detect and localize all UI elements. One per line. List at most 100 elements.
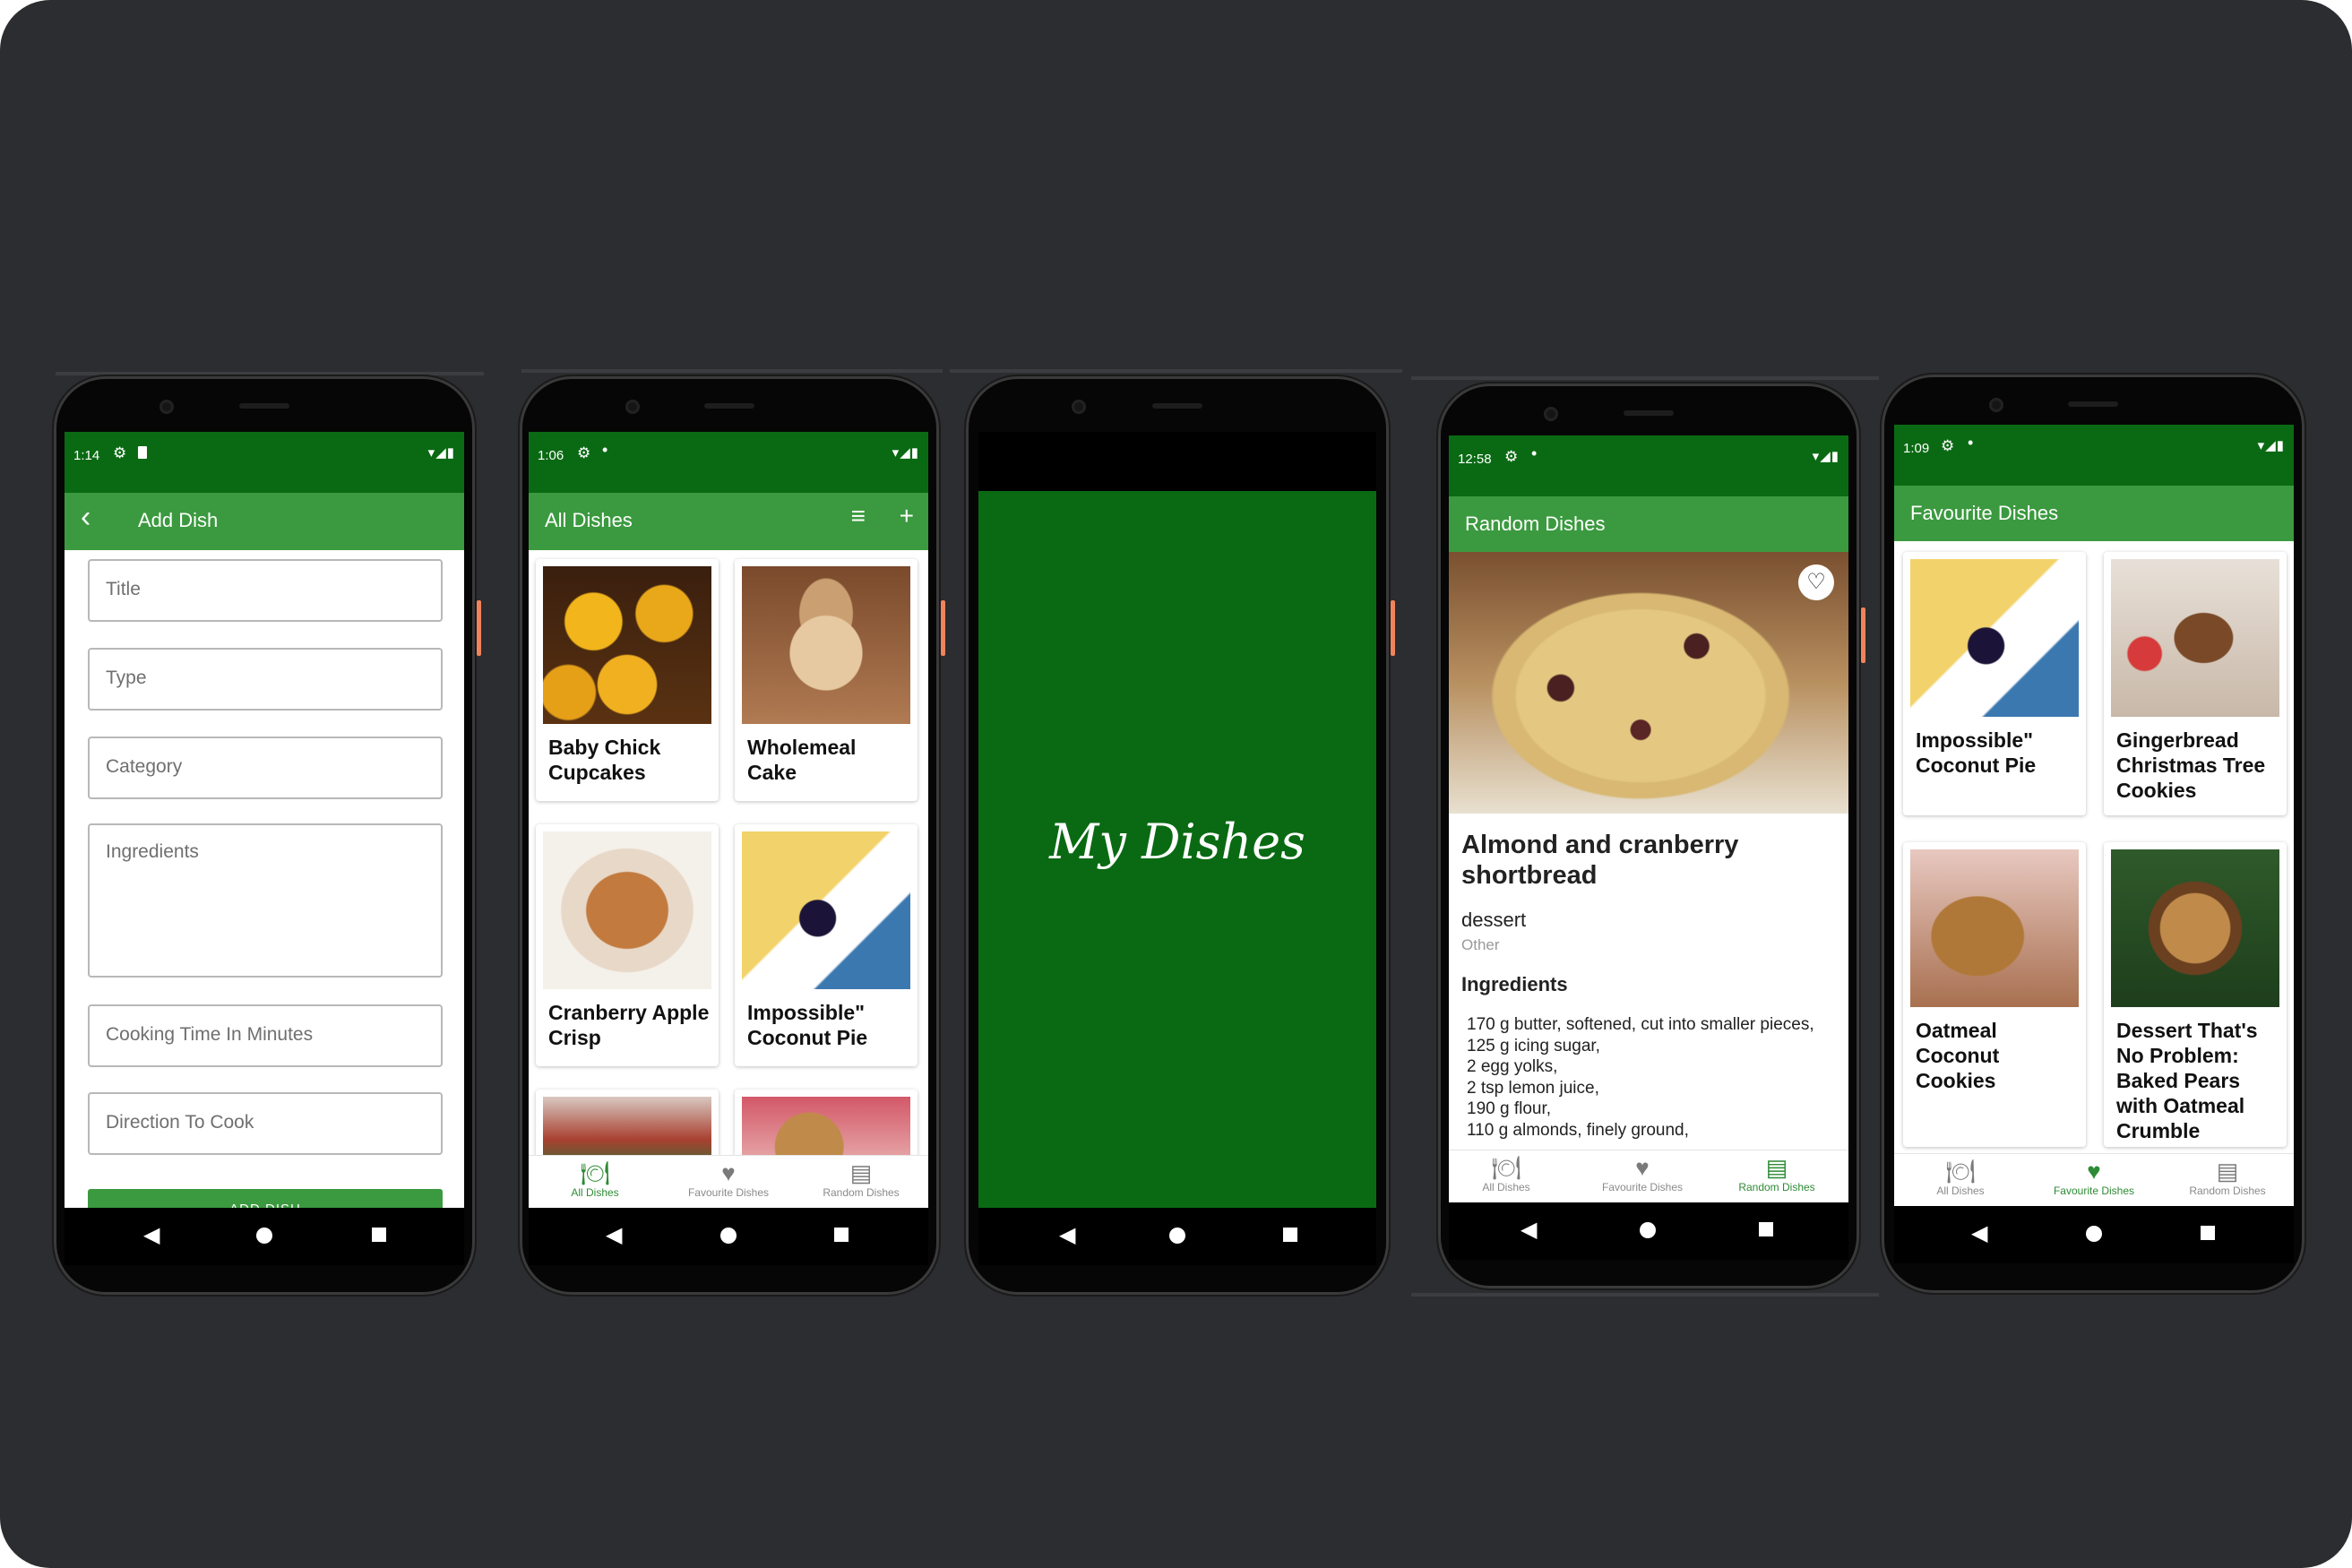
nav-recents-icon[interactable] — [2201, 1226, 2215, 1240]
status-bar: 1:09 ⚙ • ▾◢▮ — [1894, 425, 2294, 486]
notification-dot: • — [1531, 444, 1538, 462]
bottom-navigation: 🍽 All Dishes ♥ Favourite Dishes ▤ Random… — [529, 1155, 928, 1208]
nav-favourite-dishes[interactable]: ♥ Favourite Dishes — [675, 1159, 782, 1199]
status-bar: 1:06 ⚙ • ▾◢▮ — [529, 432, 928, 493]
dish-card[interactable]: Impossible" Coconut Pie — [1903, 552, 2086, 815]
nav-home-icon[interactable] — [2086, 1226, 2102, 1242]
dish-card[interactable]: Dessert That's No Problem: Baked Pears w… — [2104, 842, 2287, 1147]
bottom-navigation: 🍽 All Dishes ♥ Favourite Dishes ▤ Random… — [1894, 1153, 2294, 1206]
nav-home-icon[interactable] — [720, 1228, 737, 1244]
screen: 1:09 ⚙ • ▾◢▮ Favourite Dishes Impossible… — [1894, 425, 2294, 1263]
guide-line — [56, 372, 484, 375]
favourite-icon: ♥ — [1635, 1154, 1650, 1181]
gear-icon: ⚙ — [113, 444, 127, 461]
favourite-icon: ♥ — [721, 1159, 736, 1186]
nav-back-icon[interactable]: ◀ — [1521, 1217, 1537, 1243]
nav-recents-icon[interactable] — [1283, 1228, 1297, 1242]
speaker — [239, 403, 289, 409]
splash-title: My Dishes — [1049, 814, 1305, 870]
nav-label: Favourite Dishes — [1601, 1181, 1684, 1193]
page-title: Favourite Dishes — [1910, 502, 2059, 524]
type-field[interactable]: Type — [88, 648, 443, 711]
dish-card[interactable]: Oatmeal Coconut Cookies — [1903, 842, 2086, 1147]
nav-home-icon[interactable] — [1640, 1222, 1656, 1238]
notification-dot: • — [602, 441, 608, 459]
dish-category: Other — [1461, 936, 1500, 953]
camera — [1544, 407, 1558, 421]
nav-home-icon[interactable] — [1169, 1228, 1185, 1244]
dish-card[interactable] — [735, 1090, 918, 1161]
nav-back-icon[interactable]: ◀ — [1971, 1220, 1987, 1246]
nav-label: Random Dishes — [1738, 1181, 1815, 1193]
dish-image — [543, 1097, 711, 1161]
nav-random-dishes[interactable]: ▤ Random Dishes — [2174, 1158, 2281, 1197]
back-arrow-icon[interactable]: ‹ — [81, 500, 90, 534]
nav-label: Favourite Dishes — [687, 1186, 770, 1199]
dish-image — [742, 1097, 910, 1161]
dish-card[interactable]: Baby Chick Cupcakes — [536, 559, 719, 801]
nav-back-icon[interactable]: ◀ — [1059, 1222, 1075, 1248]
dish-title: Cranberry Apple Crisp — [548, 1001, 710, 1049]
nav-favourite-dishes[interactable]: ♥ Favourite Dishes — [2040, 1158, 2148, 1197]
app-bar: Favourite Dishes — [1894, 486, 2294, 541]
direction-field[interactable]: Direction To Cook — [88, 1092, 443, 1155]
dish-image — [1449, 552, 1848, 814]
nav-recents-icon[interactable] — [1759, 1222, 1773, 1236]
dish-card[interactable]: Wholemeal Cake — [735, 559, 918, 801]
filter-icon[interactable]: ≡ — [851, 502, 866, 530]
favourite-icon: ♥ — [2087, 1158, 2101, 1185]
nav-random-dishes[interactable]: ▤ Random Dishes — [807, 1159, 915, 1199]
dish-card[interactable] — [536, 1090, 719, 1161]
nav-random-dishes[interactable]: ▤ Random Dishes — [1723, 1154, 1831, 1193]
nav-label: All Dishes — [571, 1186, 619, 1199]
cooking-time-field[interactable]: Cooking Time In Minutes — [88, 1004, 443, 1067]
favourite-heart-icon[interactable]: ♡ — [1798, 564, 1834, 600]
nav-recents-icon[interactable] — [372, 1228, 386, 1242]
dish-title: Impossible" Coconut Pie — [747, 1001, 868, 1049]
ingredients-field[interactable]: Ingredients — [88, 823, 443, 978]
camera — [1072, 400, 1086, 414]
dish-title: Oatmeal Coconut Cookies — [1916, 1019, 2000, 1092]
side-button — [1391, 600, 1395, 656]
app-bar: All Dishes ≡ + — [529, 493, 928, 550]
screen: 1:06 ⚙ • ▾◢▮ All Dishes ≡ + Baby Chick C… — [529, 432, 928, 1265]
dish-title: Almond and cranberry shortbread — [1461, 831, 1739, 890]
nav-all-dishes[interactable]: 🍽 All Dishes — [1907, 1158, 2014, 1197]
dish-card[interactable]: Cranberry Apple Crisp — [536, 824, 719, 1066]
dish-card[interactable]: Gingerbread Christmas Tree Cookies — [2104, 552, 2287, 815]
nav-label: All Dishes — [1936, 1185, 1985, 1197]
title-field[interactable]: Title — [88, 559, 443, 622]
category-field[interactable]: Category — [88, 737, 443, 799]
dish-image — [742, 831, 910, 989]
nav-all-dishes[interactable]: 🍽 All Dishes — [541, 1159, 649, 1199]
side-button — [1861, 607, 1865, 663]
nav-favourite-dishes[interactable]: ♥ Favourite Dishes — [1589, 1154, 1696, 1193]
nav-all-dishes[interactable]: 🍽 All Dishes — [1452, 1154, 1560, 1193]
status-bar: 12:58 ⚙ • ▾◢▮ — [1449, 435, 1848, 496]
wifi-signal-battery-icon: ▾◢▮ — [1812, 449, 1839, 464]
all-dishes-icon: 🍽 — [1945, 1158, 1976, 1185]
all-dishes-icon: 🍽 — [580, 1159, 610, 1186]
app-bar: Random Dishes — [1449, 496, 1848, 552]
status-bar: 1:14 ⚙ ▾◢▮ — [65, 432, 464, 493]
wifi-signal-battery-icon: ▾◢▮ — [427, 445, 455, 461]
gear-icon: ⚙ — [577, 444, 591, 461]
dish-title: Gingerbread Christmas Tree Cookies — [2116, 728, 2266, 802]
phone-favourite-dishes: 1:09 ⚙ • ▾◢▮ Favourite Dishes Impossible… — [1882, 375, 2305, 1293]
screen: My Dishes ◀ — [978, 432, 1376, 1265]
dish-card[interactable]: Impossible" Coconut Pie — [735, 824, 918, 1066]
dish-title: Baby Chick Cupcakes — [548, 736, 661, 784]
nav-recents-icon[interactable] — [834, 1228, 849, 1242]
dish-image — [2111, 849, 2279, 1007]
all-dishes-icon: 🍽 — [1491, 1154, 1521, 1181]
random-icon: ▤ — [849, 1159, 873, 1186]
nav-home-icon[interactable] — [256, 1228, 272, 1244]
page-title: Add Dish — [138, 509, 219, 531]
system-nav-bar: ◀ — [978, 1208, 1376, 1265]
nav-back-icon[interactable]: ◀ — [143, 1222, 159, 1248]
nav-back-icon[interactable]: ◀ — [606, 1222, 622, 1248]
guide-line — [950, 369, 1402, 373]
add-icon[interactable]: + — [900, 502, 914, 530]
camera — [1989, 398, 2003, 412]
status-time: 1:14 — [73, 448, 100, 463]
